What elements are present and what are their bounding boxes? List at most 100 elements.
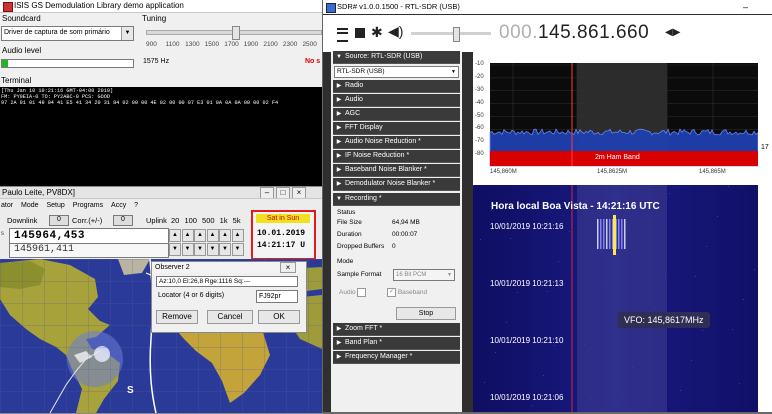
chevron-down-icon[interactable]: ▼ xyxy=(121,27,133,40)
chevron-right-icon: ▶ xyxy=(336,125,342,131)
menu-item[interactable]: ator xyxy=(1,202,13,209)
panel-header[interactable]: ▶ AGC xyxy=(333,108,460,121)
close-button[interactable]: × xyxy=(292,187,306,198)
tune-up-button[interactable]: ▲ xyxy=(181,229,194,242)
chevron-right-icon: ▶ xyxy=(336,111,342,117)
panel-source-header[interactable]: ▼ Source: RTL-SDR (USB) xyxy=(333,51,460,64)
volume-thumb[interactable] xyxy=(453,27,460,42)
gear-icon[interactable]: ✱ xyxy=(371,25,383,39)
panel-header[interactable]: ▶ Zoom FFT * xyxy=(333,323,460,336)
tune-down-button[interactable]: ▼ xyxy=(206,243,219,256)
panel-header[interactable]: ▶ Baseband Noise Blanker * xyxy=(333,164,460,177)
volume-slider[interactable] xyxy=(411,27,491,42)
fft-display[interactable]: -10 -20 -30 -40 -50 -60 -70 -80 2m Ham Band 17 … xyxy=(473,51,772,185)
ok-button[interactable]: OK xyxy=(258,310,300,324)
remove-button[interactable]: Remove xyxy=(156,310,198,324)
tuning-slider-thumb[interactable] xyxy=(232,26,240,40)
downlink-field[interactable]: 0 xyxy=(49,215,69,226)
step-option[interactable]: 5k xyxy=(233,216,241,225)
panel-header[interactable]: ▶ Frequency Manager * xyxy=(333,351,460,364)
chevron-down-icon[interactable]: ▼ xyxy=(447,270,452,280)
frequency-display[interactable]: 000.145.861.660 xyxy=(499,21,649,45)
tune-down-button[interactable]: ▼ xyxy=(194,243,206,256)
source-select[interactable]: RTL-SDR (USB) ▼ xyxy=(334,66,459,78)
panel-header[interactable]: ▶ FFT Display xyxy=(333,122,460,135)
tune-up-button[interactable]: ▲ xyxy=(194,229,206,242)
window-title: ISIS GS Demodulation Library demo applic… xyxy=(14,1,184,10)
cancel-button[interactable]: Cancel xyxy=(207,310,253,324)
tune-up-button[interactable]: ▲ xyxy=(231,229,244,242)
tune-down-button[interactable]: ▼ xyxy=(231,243,244,256)
speaker-icon[interactable]: ◀) xyxy=(388,23,403,39)
waterfall-graphic xyxy=(473,185,772,412)
minimize-button[interactable]: – xyxy=(743,0,748,14)
tune-up-button[interactable]: ▲ xyxy=(169,229,181,242)
observer-info-field: Az:10,0 El:26,8 Rge:1116 Sq:--- xyxy=(156,276,298,287)
side-label: s xyxy=(1,231,4,237)
stop-button[interactable]: Stop xyxy=(396,307,456,320)
corr-field[interactable]: 0 xyxy=(113,215,133,226)
menu-item[interactable]: Mode xyxy=(21,202,39,209)
checkbox-checked[interactable]: ✓ xyxy=(387,288,396,297)
menu-item[interactable]: Accy xyxy=(111,202,126,209)
tuning-tick-label: 2300 xyxy=(282,41,298,48)
chevron-right-icon: ▶ xyxy=(336,97,342,103)
maximize-button[interactable]: □ xyxy=(276,187,290,198)
tune-down-button[interactable]: ▼ xyxy=(169,243,181,256)
step-option[interactable]: 500 xyxy=(202,216,215,225)
step-option[interactable]: 100 xyxy=(184,216,197,225)
close-button[interactable]: × xyxy=(280,262,296,273)
waterfall-time: 10/01/2019 10:21:06 xyxy=(490,393,564,402)
panel-header[interactable]: ▶ Demodulator Noise Blanker * xyxy=(333,178,460,191)
step-option[interactable]: 1k xyxy=(220,216,228,225)
menu-item[interactable]: Programs xyxy=(73,202,103,209)
tuning-ticks: 900 1100 1300 1500 1700 1900 2100 2300 2500 xyxy=(146,41,322,50)
tuning-tick-label: 900 xyxy=(146,41,157,48)
soundcard-select[interactable]: Driver de captura de som primário ▼ xyxy=(1,26,134,41)
panel-header[interactable]: ▶ Radio xyxy=(333,80,460,93)
file-size-label: File Size xyxy=(337,219,362,226)
stop-icon[interactable] xyxy=(355,28,365,38)
tune-down-button[interactable]: ▼ xyxy=(181,243,194,256)
locator-input[interactable]: FJ92pr xyxy=(256,290,298,303)
terminal-output: [Thu Jan 10 10:21:16 GMT-04:00 2019] FM:… xyxy=(0,87,323,187)
sample-format-select[interactable]: 16 Bit PCM ▼ xyxy=(393,269,455,281)
tuning-slider[interactable] xyxy=(146,26,322,40)
chevron-right-icon: ▶ xyxy=(336,340,342,346)
sat-status: Sat in Sun xyxy=(256,214,310,223)
waterfall-display[interactable]: Hora local Boa Vista - 14:21:16 UTC 10/0… xyxy=(473,185,772,412)
baseband-checkbox[interactable]: ✓ Baseband xyxy=(387,288,427,297)
panel-header[interactable]: ▶ Band Plan * xyxy=(333,337,460,350)
menu-icon[interactable] xyxy=(337,28,348,42)
terminal-label: Terminal xyxy=(1,76,32,85)
waterfall-time: 10/01/2019 10:21:10 xyxy=(490,336,564,345)
menu-item[interactable]: Setup xyxy=(46,202,64,209)
tuning-tick-label: 2500 xyxy=(302,41,317,48)
panel-recording-header[interactable]: ▼ Recording * xyxy=(333,193,460,206)
tuning-arrows-icon[interactable]: ◀▶ xyxy=(665,27,680,39)
audio-checkbox[interactable]: Audio xyxy=(339,288,367,297)
duration-label: Duration xyxy=(337,231,362,238)
panel-header[interactable]: ▶ Audio Noise Reduction * xyxy=(333,136,460,149)
chevron-right-icon: ▶ xyxy=(336,181,342,187)
status-label: Status xyxy=(337,209,356,216)
minimize-button[interactable]: – xyxy=(260,187,274,198)
panel-label: Zoom FFT * xyxy=(345,325,383,332)
locator-value: FJ92pr xyxy=(259,293,281,300)
panel-label: Audio xyxy=(345,96,363,103)
step-option[interactable]: 20 xyxy=(171,216,179,225)
tune-up-button[interactable]: ▲ xyxy=(219,229,231,242)
checkbox-box[interactable] xyxy=(357,288,367,297)
audio-level-meter xyxy=(1,59,134,68)
panel-header[interactable]: ▶ IF Noise Reduction * xyxy=(333,150,460,163)
panel-header[interactable]: ▶ Audio xyxy=(333,94,460,107)
menu-item[interactable]: ? xyxy=(134,202,138,209)
time-display: 14:21:17 U xyxy=(257,241,306,250)
step-selector: 20 100 500 1k 5k xyxy=(171,216,241,225)
tune-down-button[interactable]: ▼ xyxy=(219,243,231,256)
tune-up-button[interactable]: ▲ xyxy=(206,229,219,242)
baseband-check-label: Baseband xyxy=(397,289,428,297)
chevron-down-icon[interactable]: ▼ xyxy=(451,67,456,77)
corr-label: Corr.(+/-) xyxy=(72,216,103,225)
chevron-right-icon: ▶ xyxy=(336,139,342,145)
